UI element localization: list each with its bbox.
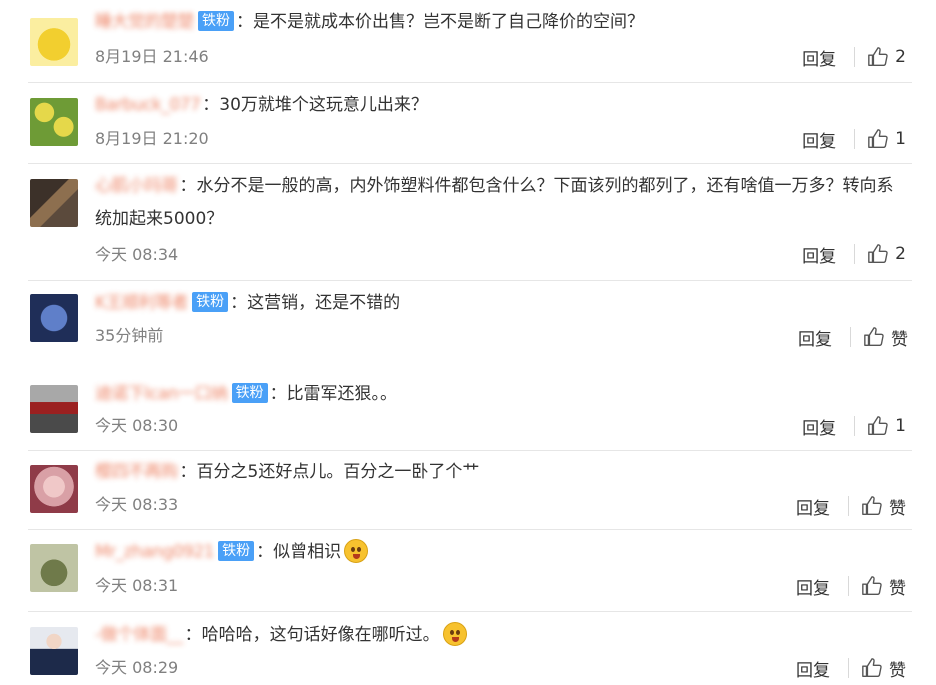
divider xyxy=(28,82,912,83)
like-count: 2 xyxy=(895,244,906,264)
like-label: 赞 xyxy=(889,498,906,519)
thumbs-up-icon xyxy=(868,47,888,66)
comment-time: 8月19日 21:46 xyxy=(95,47,209,66)
comment-text: 这营销，还是不错的 xyxy=(247,293,401,313)
reply-button[interactable]: 回复 xyxy=(796,574,830,599)
comment-text: 哈哈哈，这句话好像在哪听过。 xyxy=(201,625,440,645)
fan-badge: 铁粉 xyxy=(198,11,234,31)
thumbs-up-icon xyxy=(862,576,882,595)
divider xyxy=(28,163,912,164)
comment-text: 是不是就成本价出售？岂不是断了自己降价的空间？ xyxy=(253,12,644,32)
divider xyxy=(28,529,912,530)
comment-list: 睡大觉的楚楚 铁粉 ：是不是就成本价出售？岂不是断了自己降价的空间？ 8月19日 2… xyxy=(0,0,936,685)
thumbs-up-icon xyxy=(868,129,888,148)
comment-text: 水分不是一般的高，内外饰塑料件都包含什么？下面该列的都列了，还有啥值一万多？转向… xyxy=(95,176,894,229)
laugh-emoji-icon xyxy=(442,622,467,646)
comment-text: 百分之5还好点儿。百分之一卧了个艹 xyxy=(196,462,480,482)
avatar[interactable] xyxy=(30,465,78,513)
comment-time: 今天 08:30 xyxy=(95,416,179,435)
comment-text: 似曾相识 xyxy=(273,542,342,562)
reply-button[interactable]: 回复 xyxy=(798,325,832,350)
comment-time: 今天 08:29 xyxy=(95,658,179,677)
comment-time: 8月19日 21:20 xyxy=(95,129,209,148)
avatar[interactable] xyxy=(30,179,78,227)
like-button[interactable]: 2 xyxy=(867,243,906,265)
username-link[interactable]: Mr_zhang0921 xyxy=(95,542,215,562)
divider xyxy=(28,450,912,451)
username-link[interactable]: 樱四不再购 xyxy=(95,462,178,482)
like-button[interactable]: 1 xyxy=(867,415,906,437)
thumbs-up-icon xyxy=(868,416,888,435)
fan-badge: 铁粉 xyxy=(192,292,229,312)
avatar[interactable] xyxy=(30,98,78,146)
like-label: 赞 xyxy=(891,329,908,350)
reply-button[interactable]: 回复 xyxy=(802,45,836,70)
fan-badge: 铁粉 xyxy=(231,383,268,403)
reply-button[interactable]: 回复 xyxy=(802,414,836,439)
like-button[interactable]: 1 xyxy=(867,128,906,150)
like-button[interactable]: 赞 xyxy=(861,494,906,519)
username-link[interactable]: K王顺利等者 xyxy=(95,293,189,313)
thumbs-up-icon xyxy=(862,496,882,515)
username-link[interactable]: 心肌小玛哥 xyxy=(95,176,178,196)
comment-time: 今天 08:33 xyxy=(95,495,179,514)
username-link[interactable]: -做个体面__ xyxy=(95,625,183,645)
reply-button[interactable]: 回复 xyxy=(802,127,836,152)
comment-time: 今天 08:34 xyxy=(95,245,179,264)
like-button[interactable]: 赞 xyxy=(861,656,906,681)
username-link[interactable]: 迪诺下Ican一口纳 xyxy=(95,384,228,404)
avatar[interactable] xyxy=(30,544,78,592)
avatar[interactable] xyxy=(30,294,78,342)
username-link[interactable]: 睡大觉的楚楚 xyxy=(95,12,195,32)
comment-text: 30万就堆个这玩意儿出来？ xyxy=(219,95,428,115)
thumbs-up-icon xyxy=(864,327,884,346)
thumbs-up-icon xyxy=(868,244,888,263)
like-button[interactable]: 赞 xyxy=(863,325,908,350)
reply-button[interactable]: 回复 xyxy=(796,494,830,519)
comment-time: 35分钟前 xyxy=(95,326,164,345)
reply-button[interactable]: 回复 xyxy=(802,242,836,267)
avatar[interactable] xyxy=(30,18,78,66)
like-button[interactable]: 2 xyxy=(867,46,906,68)
like-label: 赞 xyxy=(889,660,906,681)
like-count: 1 xyxy=(895,416,906,436)
like-count: 2 xyxy=(895,47,906,67)
like-label: 赞 xyxy=(889,578,906,599)
thumbs-up-icon xyxy=(862,658,882,677)
avatar[interactable] xyxy=(30,627,78,675)
reply-button[interactable]: 回复 xyxy=(796,656,830,681)
avatar[interactable] xyxy=(30,385,78,433)
comment-text: 比雷军还狠。。 xyxy=(286,384,398,404)
doge-emoji-icon xyxy=(344,539,369,563)
like-button[interactable]: 赞 xyxy=(861,574,906,599)
like-count: 1 xyxy=(895,129,906,149)
username-link[interactable]: Barbuck_077 xyxy=(95,95,201,115)
divider xyxy=(28,280,912,281)
comment-time: 今天 08:31 xyxy=(95,576,179,595)
divider xyxy=(28,611,912,612)
fan-badge: 铁粉 xyxy=(218,541,255,561)
